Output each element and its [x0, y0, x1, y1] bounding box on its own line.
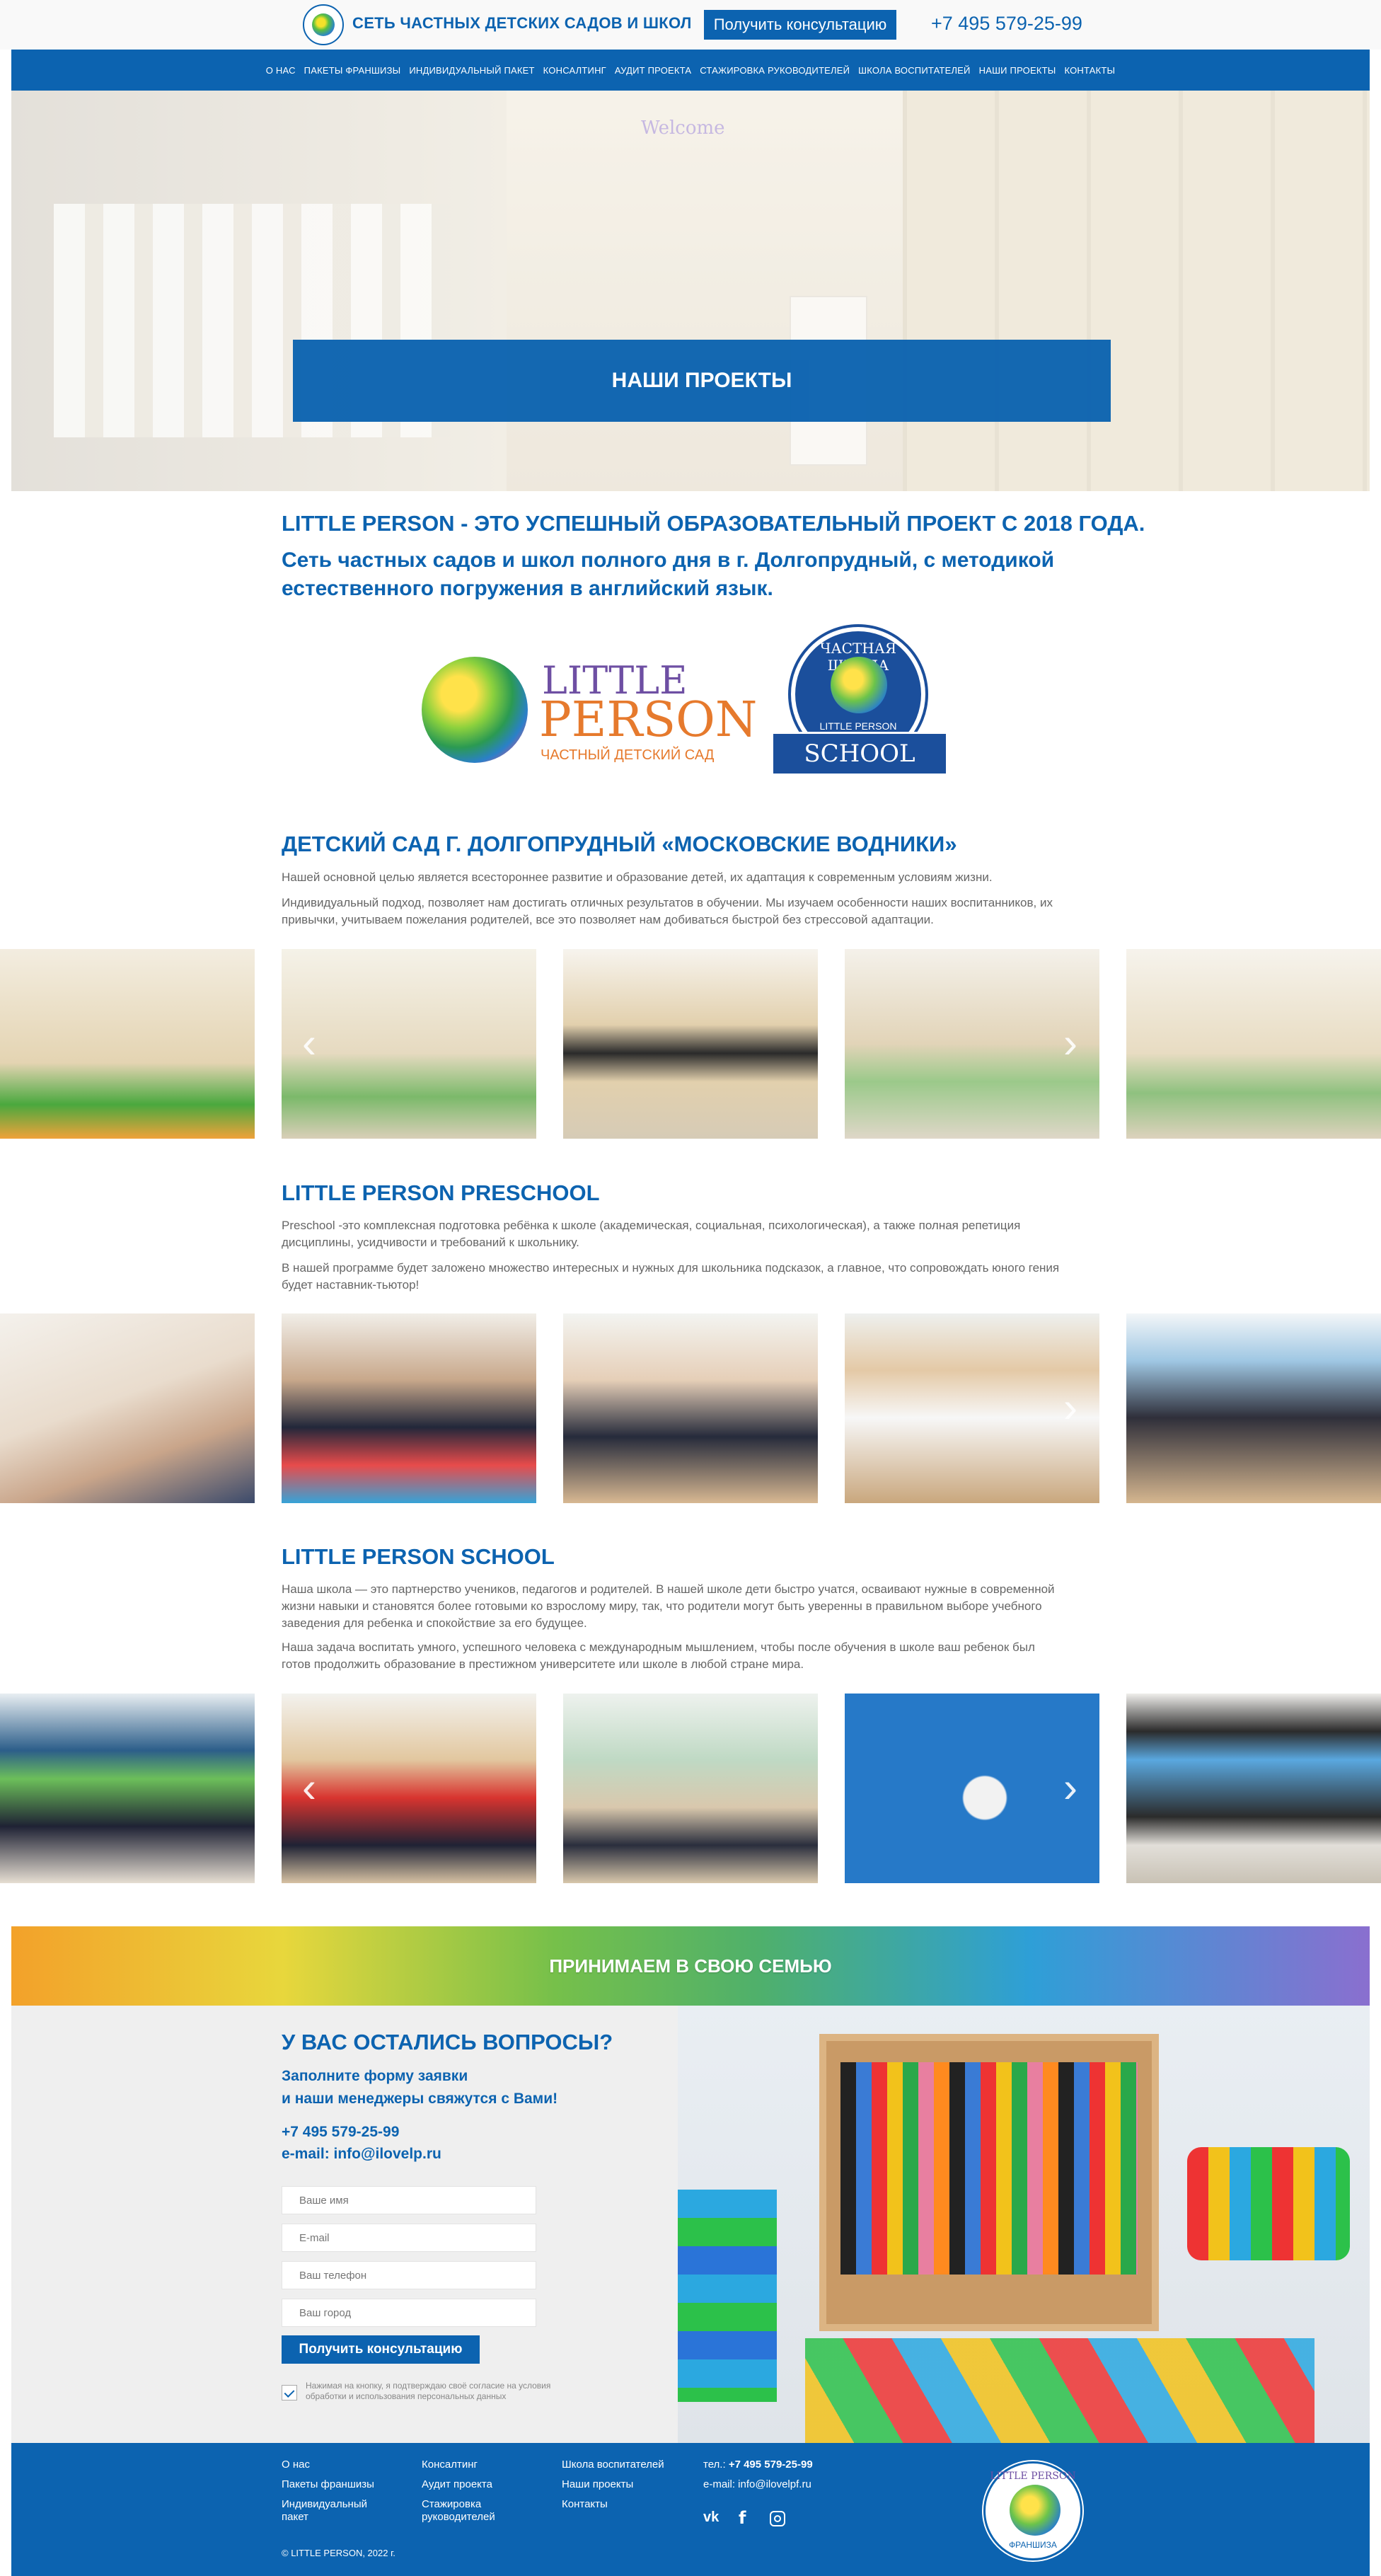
copyright: © LITTLE PERSON, 2022 г.	[282, 2548, 395, 2558]
preschool-gallery: ›	[0, 1313, 1381, 1503]
school-ribbon: SCHOOL	[771, 732, 948, 776]
brand-logo[interactable]	[303, 4, 344, 45]
gallery-next-arrow[interactable]: ›	[1058, 1022, 1082, 1064]
little-person-kindergarten-logo: LITTLE PERSON ЧАСТНЫЙ ДЕТСКИЙ САД	[422, 651, 757, 764]
toys-photo	[678, 2006, 1370, 2443]
hero-title-banner: НАШИ ПРОЕКТЫ	[293, 340, 1111, 422]
little-person-school-logo: ЧАСТНАЯ ШКОЛА LITTLE PERSON SCHOOL	[771, 627, 948, 788]
footer-link-individual-package[interactable]: Индивидуальный пакет	[282, 2498, 388, 2524]
section-title-kindergarten: ДЕТСКИЙ САД Г. ДОЛГОПРУДНЫЙ «МОСКОВСКИЕ …	[282, 832, 957, 856]
footer-link-franchise-packages[interactable]: Пакеты франшизы	[282, 2478, 374, 2491]
gallery-prev-arrow[interactable]: ‹	[297, 1766, 321, 1809]
nav-item-internship[interactable]: СТАЖИРОВКА РУКОВОДИТЕЛЕЙ	[700, 65, 850, 76]
header-phone[interactable]: +7 495 579-25-99	[931, 13, 1082, 35]
tree-logo-icon	[312, 13, 335, 36]
section-text: Наша задача воспитать умного, успешного …	[282, 1640, 1035, 1671]
email-input[interactable]	[282, 2224, 536, 2252]
family-banner-title: ПРИНИМАЕМ В СВОЮ СЕМЬЮ	[549, 1955, 832, 1977]
color-cylinder	[1187, 2147, 1350, 2260]
blocks-decor	[805, 2338, 1314, 2443]
consent-checkbox[interactable]	[282, 2385, 297, 2400]
gallery-photo[interactable]	[563, 949, 818, 1139]
section-text: Индивидуальный подход, позволяет нам дос…	[282, 896, 1053, 926]
contact-form-title: У ВАС ОСТАЛИСЬ ВОПРОСЫ?	[282, 2030, 613, 2054]
nav-item-projects[interactable]: НАШИ ПРОЕКТЫ	[979, 65, 1056, 76]
phone-input[interactable]	[282, 2261, 536, 2289]
gallery-photo[interactable]	[1126, 1694, 1381, 1883]
facebook-icon[interactable]: f	[739, 2508, 746, 2528]
kindergarten-gallery: ‹ ›	[0, 949, 1381, 1139]
gallery-photo[interactable]	[282, 1313, 536, 1503]
footer-link-contacts[interactable]: Контакты	[562, 2498, 608, 2511]
intro-headline: LITTLE PERSON - ЭТО УСПЕШНЫЙ ОБРАЗОВАТЕЛ…	[282, 511, 1145, 536]
nav-item-contacts[interactable]: КОНТАКТЫ	[1064, 65, 1115, 76]
section-text: Preschool -это комплексная подготовка ре…	[282, 1219, 1021, 1249]
footer	[11, 2443, 1370, 2576]
intro-subhead: Сеть частных садов и школ полного дня в …	[282, 548, 1055, 600]
family-banner: ПРИНИМАЕМ В СВОЮ СЕМЬЮ	[11, 1926, 1370, 2006]
page-title: НАШИ ПРОЕКТЫ	[611, 369, 792, 392]
gallery-prev-arrow[interactable]: ‹	[297, 1022, 321, 1064]
footer-email[interactable]: e-mail: info@ilovelpf.ru	[703, 2478, 811, 2491]
consent-text: Нажимая на кнопку, я подтверждаю своё со…	[306, 2381, 551, 2401]
instagram-icon[interactable]	[770, 2511, 785, 2526]
tree-icon	[422, 657, 528, 763]
brand-title: СЕТЬ ЧАСТНЫХ ДЕТСКИХ САДОВ И ШКОЛ	[352, 14, 692, 32]
nav-item-individual-package[interactable]: ИНДИВИДУАЛЬНЫЙ ПАКЕТ	[409, 65, 534, 76]
contact-phone[interactable]: +7 495 579-25-99	[282, 2124, 399, 2141]
nav-item-franchise-packages[interactable]: ПАКЕТЫ ФРАНШИЗЫ	[304, 65, 401, 76]
nav-item-consulting[interactable]: КОНСАЛТИНГ	[543, 65, 606, 76]
consultation-button[interactable]: Получить консультацию	[704, 10, 896, 40]
footer-phone[interactable]: тел.: +7 495 579-25-99	[703, 2459, 813, 2471]
footer-link-internship[interactable]: Стажировка руководителей	[422, 2498, 514, 2524]
gallery-photo[interactable]	[1126, 949, 1381, 1139]
gallery-photo[interactable]	[1126, 1313, 1381, 1503]
footer-link-projects[interactable]: Наши проекты	[562, 2478, 633, 2491]
footer-link-audit[interactable]: Аудит проекта	[422, 2478, 492, 2491]
tree-icon	[831, 657, 887, 713]
logo-word-person: PERSON	[539, 692, 758, 748]
nav-item-teacher-school[interactable]: ШКОЛА ВОСПИТАТЕЛЕЙ	[858, 65, 970, 76]
gallery-photo[interactable]	[0, 1313, 255, 1503]
tree-icon	[1010, 2485, 1061, 2536]
name-input[interactable]	[282, 2186, 536, 2214]
footer-link-teacher-school[interactable]: Школа воспитателей	[562, 2459, 664, 2471]
submit-consultation-button[interactable]: Получить консультацию	[282, 2335, 480, 2364]
school-gallery: ‹ ›	[0, 1694, 1381, 1883]
contact-email[interactable]: e-mail: info@ilovelp.ru	[282, 2146, 441, 2163]
gallery-next-arrow[interactable]: ›	[1058, 1386, 1082, 1429]
footer-link-consulting[interactable]: Консалтинг	[422, 2459, 478, 2471]
nav-item-about[interactable]: О НАС	[266, 65, 296, 76]
gallery-photo[interactable]	[0, 949, 255, 1139]
nav-item-audit[interactable]: АУДИТ ПРОЕКТА	[615, 65, 691, 76]
gallery-photo[interactable]	[0, 1694, 255, 1883]
hero-image: Welcome НАШИ ПРОЕКТЫ	[11, 91, 1370, 491]
logo-caption: ЧАСТНЫЙ ДЕТСКИЙ САД	[541, 747, 715, 763]
section-title-preschool: LITTLE PERSON PRESCHOOL	[282, 1180, 600, 1205]
vk-icon[interactable]: vk	[703, 2509, 719, 2526]
top-bar: СЕТЬ ЧАСТНЫХ ДЕТСКИХ САДОВ И ШКОЛ Получи…	[0, 0, 1381, 50]
contact-form-subtitle: Заполните форму заявки и наши менеджеры …	[282, 2068, 558, 2107]
main-nav: О НАС ПАКЕТЫ ФРАНШИЗЫ ИНДИВИДУАЛЬНЫЙ ПАК…	[11, 50, 1370, 91]
footer-franchise-logo[interactable]: LITTLE PERSON ФРАНШИЗА	[983, 2461, 1082, 2560]
section-text: В нашей программе будет заложено множест…	[282, 1261, 1060, 1292]
gallery-photo[interactable]	[563, 1313, 818, 1503]
gallery-next-arrow[interactable]: ›	[1058, 1766, 1082, 1809]
stacking-rings	[678, 2190, 777, 2402]
section-text: Наша школа — это партнерство учеников, п…	[282, 1582, 1055, 1630]
footer-link-about[interactable]: О нас	[282, 2459, 310, 2471]
section-title-school: LITTLE PERSON SCHOOL	[282, 1544, 555, 1569]
section-text: Нашей основной целью является всесторонн…	[282, 870, 993, 884]
city-input[interactable]	[282, 2299, 536, 2327]
gallery-photo[interactable]	[563, 1694, 818, 1883]
seal-mid-text: LITTLE PERSON	[819, 720, 897, 732]
